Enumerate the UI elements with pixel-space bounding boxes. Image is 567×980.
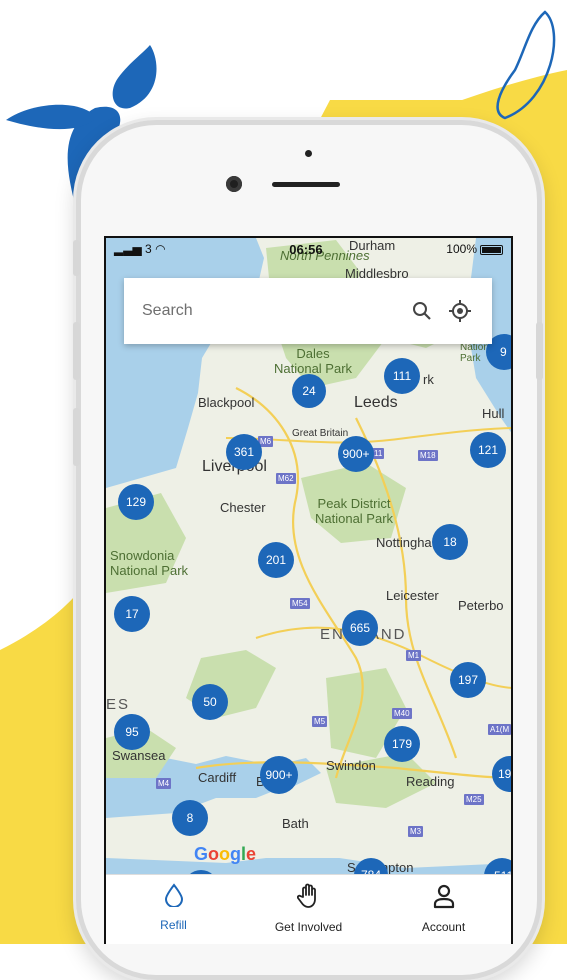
cluster-marker[interactable]: 361 xyxy=(226,434,262,470)
cluster-marker[interactable]: 197 xyxy=(450,662,486,698)
motorway-shield: M5 xyxy=(312,716,328,727)
tab-refill[interactable]: Refill xyxy=(111,883,236,932)
map-label-cardiff: Cardiff xyxy=(198,770,237,785)
motorway-shield: A1(M xyxy=(488,724,511,735)
cluster-marker[interactable]: 95 xyxy=(114,714,150,750)
motorway-shield: M62 xyxy=(276,473,296,484)
motorway-shield: M3 xyxy=(408,826,424,837)
cluster-marker[interactable]: 17 xyxy=(114,596,150,632)
carrier-signal: ▂▃▅ 3 ◠ xyxy=(114,242,166,256)
bottom-tab-bar: Refill Get Involved Account xyxy=(106,874,511,944)
map-label-peak-district: Peak District National Park xyxy=(315,496,394,526)
status-time: 06:56 xyxy=(289,241,323,257)
map-label-york: rk xyxy=(423,372,434,387)
motorway-shield: M18 xyxy=(418,450,438,461)
battery-icon xyxy=(480,244,503,255)
tab-account[interactable]: Account xyxy=(381,883,506,934)
earpiece-speaker xyxy=(272,182,340,187)
motorway-shield: M40 xyxy=(392,708,412,719)
map-label-leeds: Leeds xyxy=(354,394,398,411)
cluster-marker[interactable]: 900+ xyxy=(338,436,374,472)
search-input[interactable]: Search xyxy=(142,302,398,320)
map-label-wales: ES xyxy=(106,696,131,713)
signal-icon: ▂▃▅ xyxy=(114,242,142,256)
map-label-hull: Hull xyxy=(482,406,505,421)
map-label-nottingham: Nottingha xyxy=(376,535,432,550)
tab-label-account: Account xyxy=(421,920,466,934)
search-bar[interactable]: Search xyxy=(124,278,492,344)
cluster-marker[interactable]: 121 xyxy=(470,432,506,468)
map-label-bath: Bath xyxy=(282,816,309,831)
cluster-marker[interactable]: 24 xyxy=(292,374,326,408)
search-icon[interactable] xyxy=(408,297,436,325)
volume-down-button xyxy=(73,408,80,466)
map-label-swindon: Swindon xyxy=(326,758,376,773)
cluster-marker[interactable]: 201 xyxy=(258,542,294,578)
mute-switch xyxy=(73,240,80,276)
map-label-reading: Reading xyxy=(406,774,455,789)
motorway-shield: M4 xyxy=(156,778,172,789)
front-camera xyxy=(226,176,242,192)
map-label-peterborough: Peterbo xyxy=(458,598,504,613)
cluster-marker[interactable]: 179 xyxy=(384,726,420,762)
locate-me-icon[interactable] xyxy=(446,297,474,325)
map-label-chester: Chester xyxy=(220,500,266,515)
raised-hand-icon xyxy=(296,883,321,914)
tab-get-involved[interactable]: Get Involved xyxy=(246,883,371,934)
wifi-icon: ◠ xyxy=(155,242,166,256)
battery-status: 100% xyxy=(446,242,503,256)
motorway-shield: M54 xyxy=(290,598,310,609)
map-label-dales-national-park: Dales National Park xyxy=(274,346,353,376)
water-drop-icon xyxy=(164,883,184,912)
status-bar: ▂▃▅ 3 ◠ 06:56 100% xyxy=(106,238,511,260)
proximity-sensor xyxy=(305,150,312,157)
motorway-shield: M25 xyxy=(464,794,484,805)
map-label-swansea: Swansea xyxy=(112,748,166,763)
map-label-blackpool: Blackpool xyxy=(198,395,255,410)
tab-label-refill: Refill xyxy=(160,918,187,932)
cluster-marker[interactable]: 18 xyxy=(432,524,468,560)
map-label-great-britain: Great Britain xyxy=(292,428,349,439)
cluster-marker[interactable]: 129 xyxy=(118,484,154,520)
map-label-snowdonia: Snowdonia National Park xyxy=(110,548,189,578)
person-icon xyxy=(432,883,456,914)
google-attribution-logo: Google xyxy=(194,844,257,864)
power-button xyxy=(536,322,543,380)
cluster-marker[interactable]: 665 xyxy=(342,610,378,646)
cluster-marker[interactable]: 900+ xyxy=(260,756,298,794)
tab-label-get-involved: Get Involved xyxy=(274,920,343,934)
volume-up-button xyxy=(73,322,80,380)
cluster-marker[interactable]: 50 xyxy=(192,684,228,720)
phone-screen: ▂▃▅ 3 ◠ 06:56 100% Search Durham North P… xyxy=(104,236,513,944)
cluster-marker[interactable]: 111 xyxy=(384,358,420,394)
cluster-marker[interactable]: 8 xyxy=(172,800,208,836)
motorway-shield: M1 xyxy=(406,650,422,661)
map-label-leicester: Leicester xyxy=(386,588,439,603)
